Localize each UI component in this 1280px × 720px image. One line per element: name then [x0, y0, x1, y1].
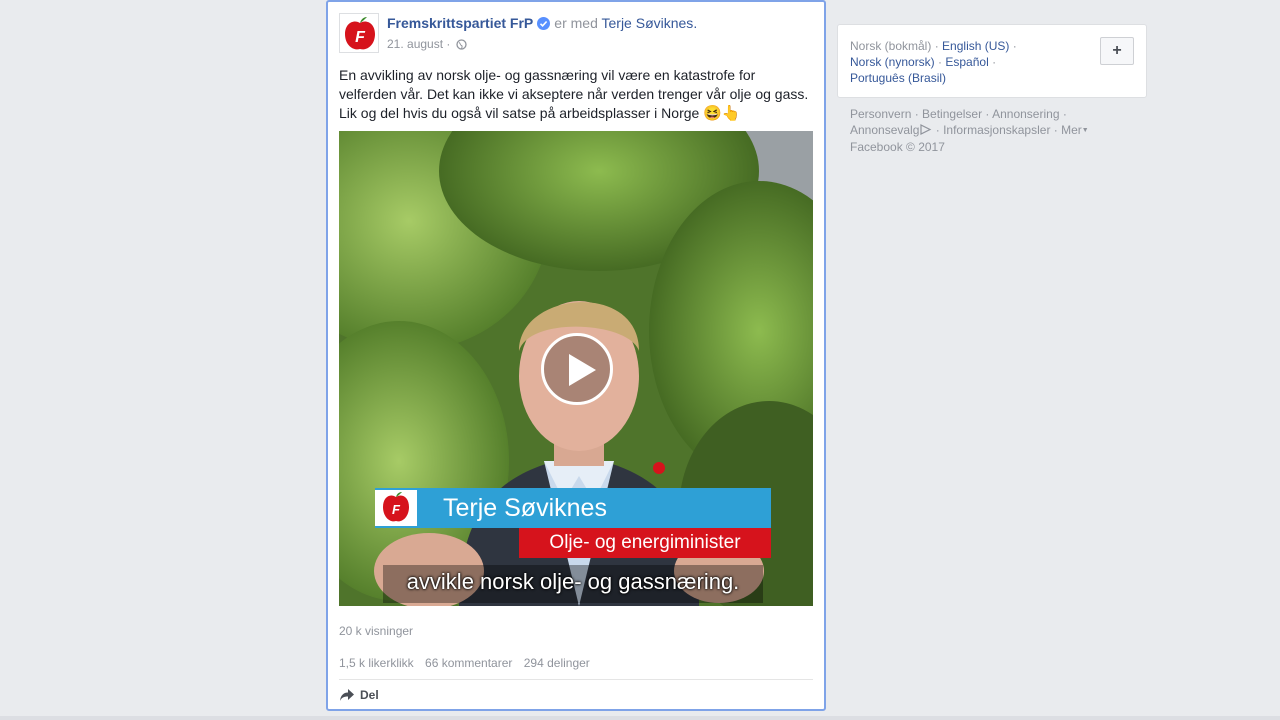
feed-post: F Fremskrittspartiet FrP er med Terje Søv…	[326, 0, 826, 711]
with-text: er med	[554, 15, 598, 31]
more-caret-icon: ▼	[1081, 127, 1089, 134]
page-name-link[interactable]: Fremskrittspartiet FrP	[387, 15, 533, 31]
share-label: Del	[360, 688, 379, 702]
tagged-person-link[interactable]: Terje Søviknes	[602, 15, 694, 31]
current-language: Norsk (bokmål)	[850, 39, 932, 53]
footer-link-terms[interactable]: Betingelser	[922, 107, 982, 121]
post-emoji: 😆👆	[703, 105, 741, 122]
post-date-link[interactable]: 21. august	[387, 37, 443, 51]
page-footer: Personvern · Betingelser · Annonsering ·…	[850, 107, 1089, 154]
language-portugues[interactable]: Português (Brasil)	[850, 71, 946, 85]
footer-link-cookies[interactable]: Informasjonskapsler	[943, 123, 1050, 137]
video-subtitle: avvikle norsk olje- og gassnæring.	[406, 569, 740, 594]
post-header: Fremskrittspartiet FrP er med Terje Søvik…	[387, 15, 697, 33]
post-message: En avvikling av norsk olje- og gassnærin…	[339, 66, 813, 123]
play-button[interactable]	[541, 333, 613, 405]
svg-text:F: F	[355, 29, 366, 46]
video-lower-third-name: Terje Søviknes	[375, 488, 771, 528]
likes-count-link[interactable]: 1,5 k likerklikk	[339, 656, 414, 670]
meta-separator: ·	[446, 37, 451, 51]
verified-badge-icon	[537, 17, 551, 33]
footer-link-advertising[interactable]: Annonsering	[992, 107, 1059, 121]
adchoices-icon	[919, 123, 932, 139]
language-selector: Norsk (bokmål) · English (US) · Norsk (n…	[837, 24, 1147, 98]
post-meta: 21. august ·	[387, 37, 467, 53]
comments-count-link[interactable]: 66 kommentarer	[425, 656, 512, 670]
share-arrow-icon	[340, 689, 354, 701]
footer-link-privacy[interactable]: Personvern	[850, 107, 911, 121]
video-frp-logo-icon: F	[375, 490, 417, 526]
share-button[interactable]: Del	[339, 688, 379, 702]
frp-apple-logo-icon: F	[345, 17, 375, 50]
view-count: 20 k visninger	[339, 624, 414, 638]
video-lower-third-role: Olje- og energiminister	[519, 528, 771, 558]
shares-count-link[interactable]: 294 delinger	[524, 656, 590, 670]
video-logo-letter: F	[392, 502, 401, 517]
footer-copyright: Facebook © 2017	[850, 140, 945, 154]
language-nynorsk[interactable]: Norsk (nynorsk)	[850, 55, 935, 69]
footer-link-more[interactable]: Mer	[1061, 123, 1082, 137]
engagement-stats: 1,5 k likerklikk 66 kommentarer 294 deli…	[339, 656, 598, 670]
language-espanol[interactable]: Español	[945, 55, 988, 69]
tagged-suffix: .	[693, 15, 698, 31]
action-divider	[339, 679, 813, 680]
page-avatar[interactable]: F	[339, 13, 379, 53]
language-list: Norsk (bokmål) · English (US) · Norsk (n…	[850, 39, 1017, 85]
bottom-edge	[0, 716, 1280, 720]
video-player[interactable]: Terje Søviknes F Olje- og energiminister…	[339, 131, 813, 606]
add-language-button[interactable]: +	[1100, 37, 1134, 65]
footer-link-adchoices[interactable]: Annonsevalg	[850, 123, 919, 137]
public-globe-icon[interactable]	[456, 39, 467, 53]
language-english-us[interactable]: English (US)	[942, 39, 1009, 53]
play-icon	[569, 354, 596, 386]
